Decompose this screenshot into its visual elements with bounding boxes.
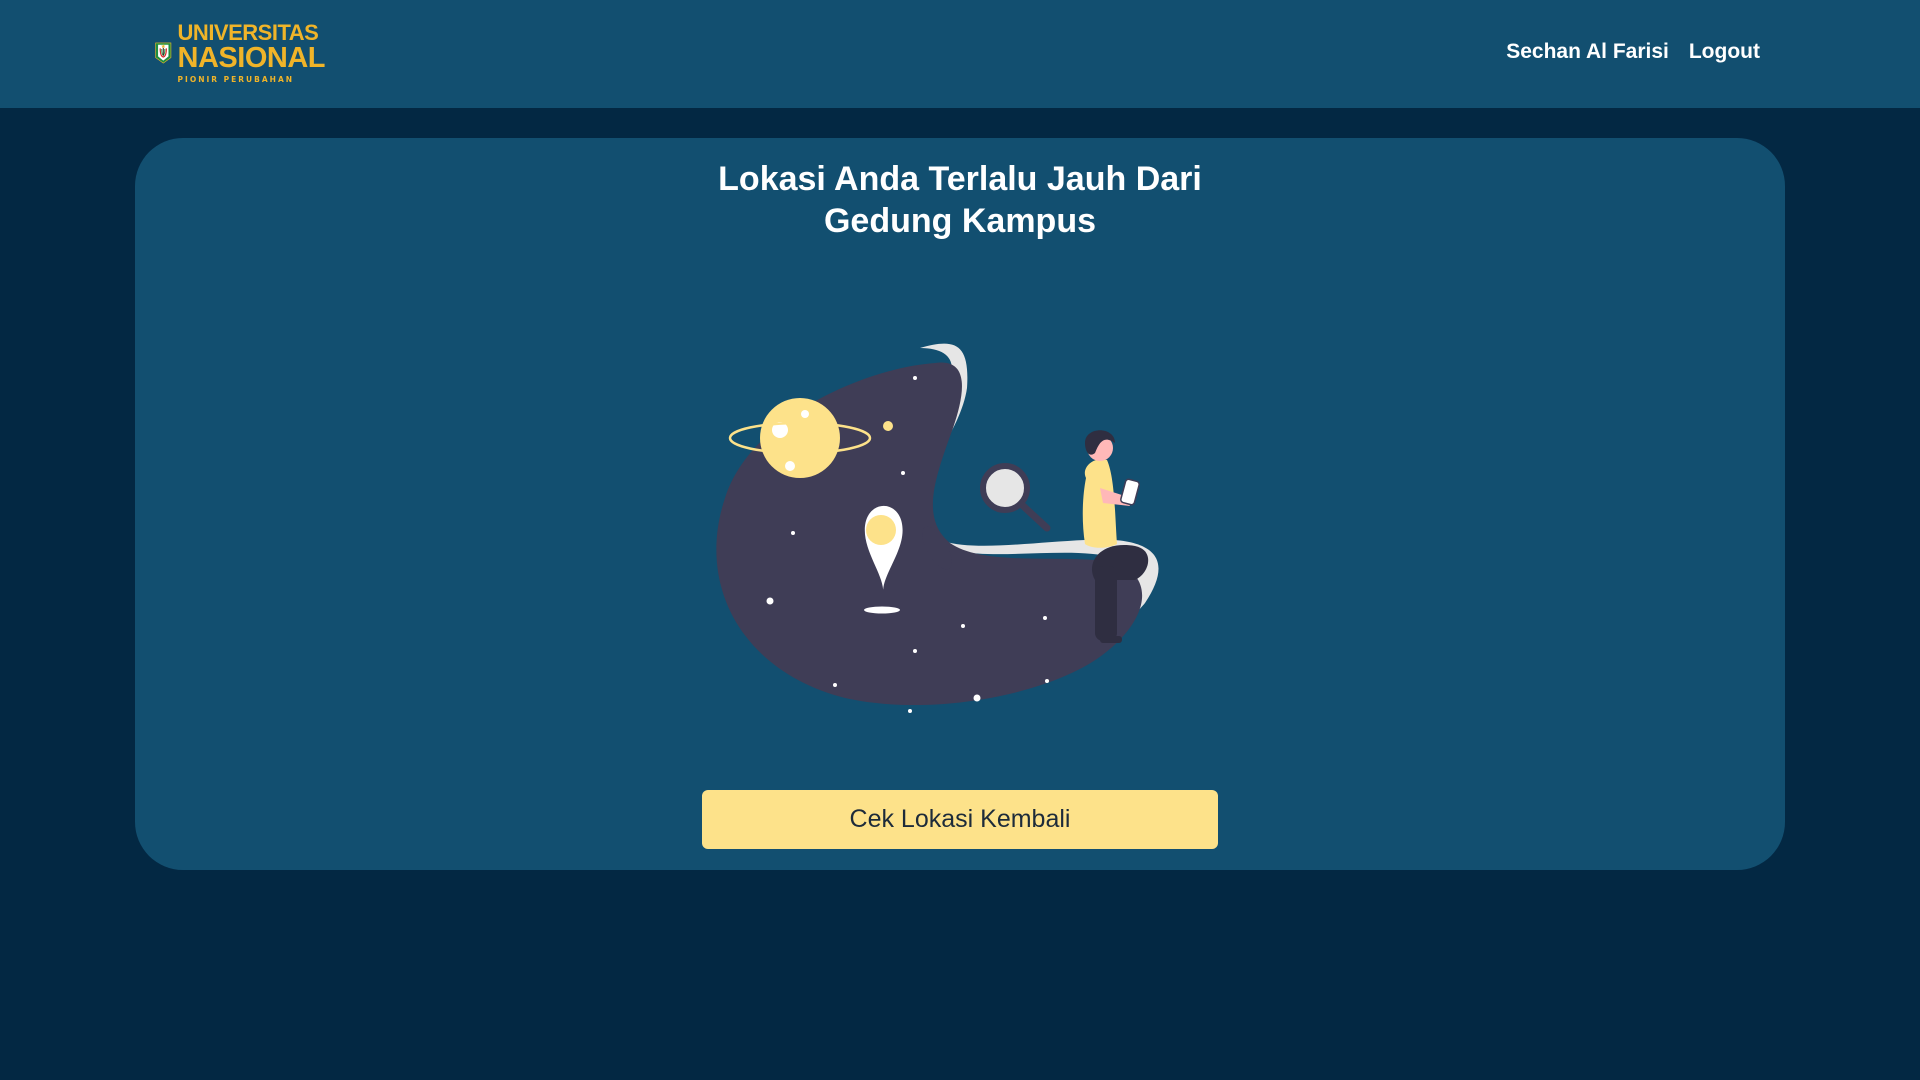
logo-line-2: NASIONAL	[177, 42, 326, 74]
page-title: Lokasi Anda Terlalu Jauh Dari Gedung Kam…	[135, 158, 1785, 242]
title-line-2: Gedung Kampus	[823, 202, 1097, 240]
logo-wordmark: UNIVERSITAS NASIONAL PIONIR PERUBAHAN	[177, 20, 326, 85]
navbar: UNIVERSITAS NASIONAL PIONIR PERUBAHAN Se…	[0, 0, 1920, 108]
logo-line-1: UNIVERSITAS	[177, 20, 319, 45]
title-line-1: Lokasi Anda Terlalu Jauh Dari	[718, 160, 1202, 198]
check-location-again-button[interactable]: Cek Lokasi Kembali	[702, 790, 1218, 849]
magnifier	[980, 463, 1051, 532]
logout-link[interactable]: Logout	[1689, 40, 1760, 64]
shield-emblem-icon	[155, 42, 172, 64]
location-card: Lokasi Anda Terlalu Jauh Dari Gedung Kam…	[135, 138, 1785, 870]
logo-tagline: PIONIR PERUBAHAN	[177, 75, 295, 84]
university-logo[interactable]: UNIVERSITAS NASIONAL PIONIR PERUBAHAN	[155, 17, 326, 89]
user-nav: Sechan Al Farisi Logout	[1506, 40, 1760, 64]
location-not-found-illustration	[716, 343, 1159, 713]
user-name-link[interactable]: Sechan Al Farisi	[1506, 40, 1669, 64]
